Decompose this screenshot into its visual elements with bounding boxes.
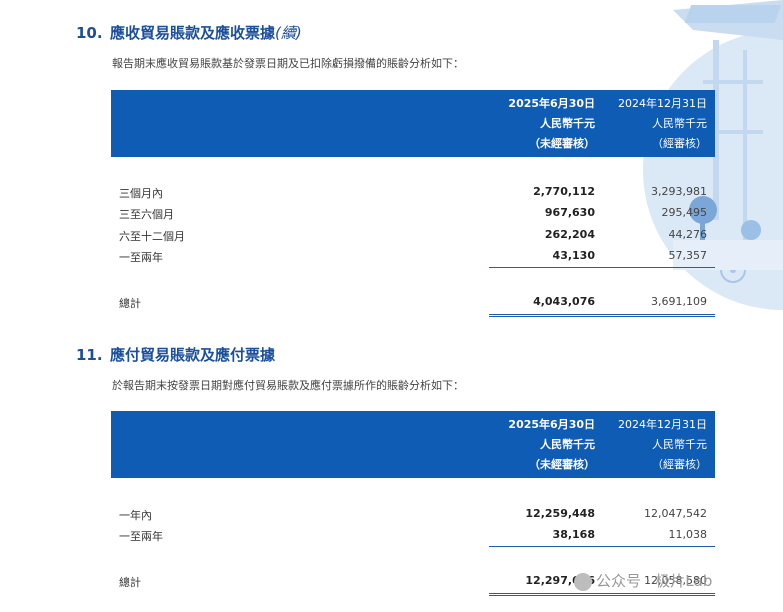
subtotal-rule [489,267,715,268]
table-row: 六至十二個月 262,204 44,276 [119,228,707,243]
table-row: 一至兩年 43,130 57,357 [119,249,707,264]
table-row: 一年內 12,259,448 12,047,542 [119,507,707,522]
table-row: 三至六個月 967,630 295,495 [119,206,707,221]
total-row: 總計 4,043,076 3,691,109 [119,295,707,310]
total-double-rule [489,593,715,596]
table-header-10: 2025年6月30日 人民幣千元 （未經審核） 2024年12月31日 人民幣千… [111,90,715,157]
table-row: 三個月內 2,770,112 3,293,981 [119,185,707,200]
col2-header: 2024年12月31日 人民幣千元 （經審核） [618,418,707,471]
section-10-intro: 報告期末應收貿易賬款基於發票日期及已扣除虧損撥備的賬齡分析如下： [112,57,464,70]
col1-header: 2025年6月30日 人民幣千元 （未經審核） [508,418,595,471]
decorative-illustration [643,0,783,310]
table-row: 一至兩年 38,168 11,038 [119,528,707,543]
col2-header: 2024年12月31日 人民幣千元 （經審核） [618,97,707,150]
total-double-rule [489,314,715,317]
section-11-intro: 於報告期末按發票日期對應付貿易賬款及應付票據所作的賬齡分析如下： [112,379,464,392]
table-header-11: 2025年6月30日 人民幣千元 （未經審核） 2024年12月31日 人民幣千… [111,411,715,478]
watermark: 公众号 · 极片Lab [574,570,712,591]
wechat-icon [574,572,592,591]
col1-header: 2025年6月30日 人民幣千元 （未經審核） [508,97,595,150]
subtotal-rule [489,546,715,547]
section-11-title: 11. 應付貿易賬款及應付票據 [76,346,276,364]
section-10-title: 10. 應收貿易賬款及應收票據(續) [76,24,302,42]
